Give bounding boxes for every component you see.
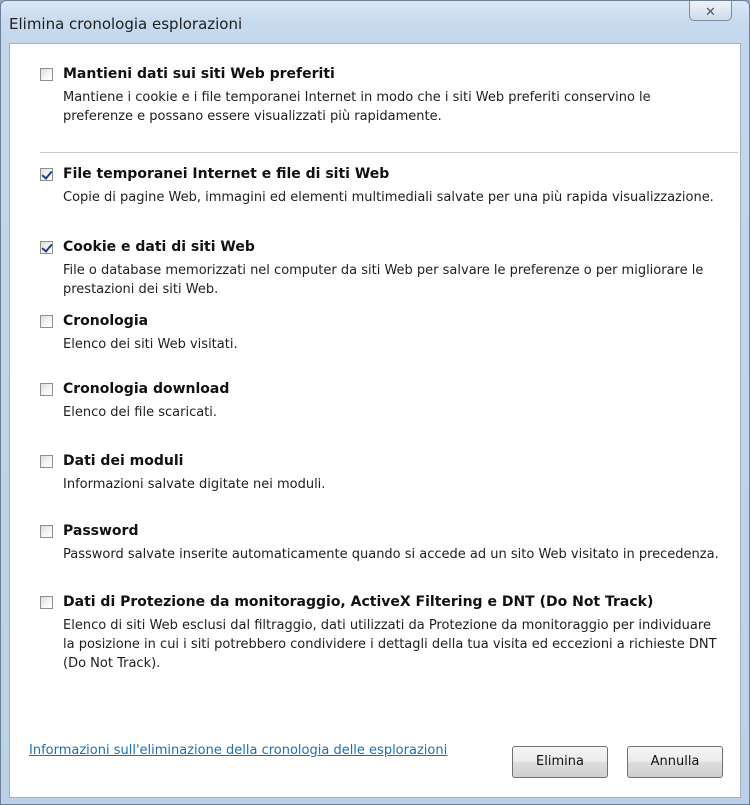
delete-history-dialog: Elimina cronologia esplorazioni ✕ Mantie… [0, 0, 750, 805]
dialog-title: Elimina cronologia esplorazioni [9, 15, 243, 33]
option-title[interactable]: File temporanei Internet e file di siti … [63, 166, 389, 182]
delete-button[interactable]: Elimina [512, 746, 608, 778]
option-title[interactable]: Mantieni dati sui siti Web preferiti [63, 66, 335, 82]
checkbox-history[interactable] [40, 315, 53, 328]
checkbox-preserve-favorites[interactable] [40, 68, 53, 81]
option-title[interactable]: Cronologia download [63, 381, 229, 397]
option-title[interactable]: Password [63, 523, 138, 539]
option-description: Copie di pagine Web, immagini ed element… [63, 190, 714, 205]
option-description: Informazioni salvate digitate nei moduli… [63, 477, 326, 492]
info-link[interactable]: Informazioni sull'eliminazione della cro… [29, 743, 447, 758]
dialog-content: Mantieni dati sui siti Web preferiti Man… [9, 43, 741, 798]
close-icon: ✕ [705, 5, 716, 20]
option-description: Elenco dei siti Web visitati. [63, 337, 238, 352]
option-title[interactable]: Cookie e dati di siti Web [63, 239, 255, 255]
checkbox-passwords[interactable] [40, 525, 53, 538]
option-title[interactable]: Dati di Protezione da monitoraggio, Acti… [63, 594, 653, 610]
checkbox-download-history[interactable] [40, 383, 53, 396]
title-bar[interactable]: Elimina cronologia esplorazioni ✕ [1, 1, 749, 43]
checkbox-form-data[interactable] [40, 455, 53, 468]
cancel-button[interactable]: Annulla [627, 746, 723, 778]
option-title[interactable]: Cronologia [63, 313, 148, 329]
separator [40, 152, 738, 153]
option-description: File o database memorizzati nel computer… [63, 263, 704, 297]
checkbox-tracking-protection[interactable] [40, 596, 53, 609]
option-description: Elenco dei file scaricati. [63, 405, 218, 420]
option-title[interactable]: Dati dei moduli [63, 453, 183, 469]
option-description: Password salvate inserite automaticament… [63, 547, 719, 562]
close-button[interactable]: ✕ [689, 1, 732, 21]
option-description: Mantiene i cookie e i file temporanei In… [63, 90, 651, 124]
checkbox-temporary-files[interactable] [40, 168, 53, 181]
option-description: Elenco di siti Web esclusi dal filtraggi… [63, 618, 717, 671]
checkbox-cookies[interactable] [40, 241, 53, 254]
